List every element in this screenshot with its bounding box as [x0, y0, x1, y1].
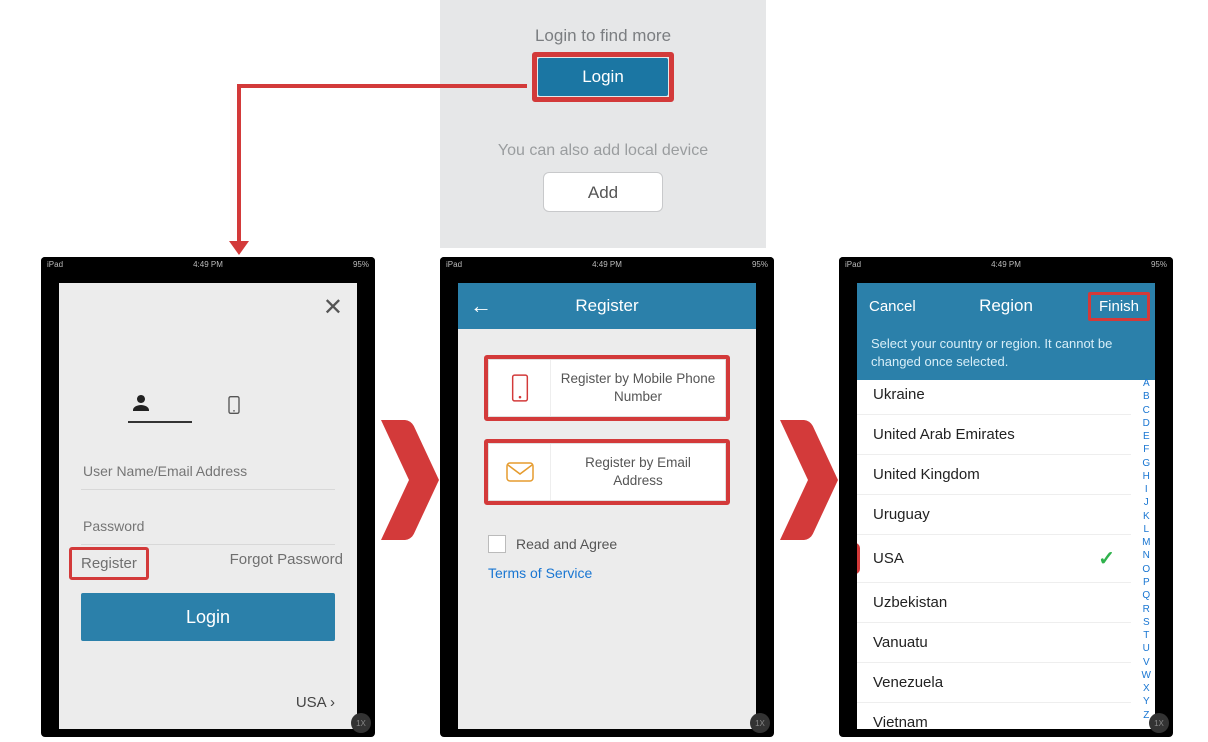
alpha-E[interactable]: E	[1142, 432, 1151, 442]
list-item[interactable]: Ukraine	[857, 375, 1131, 415]
alpha-F[interactable]: F	[1142, 445, 1151, 455]
alpha-W[interactable]: W	[1142, 671, 1151, 681]
list-item[interactable]: Vanuatu	[857, 623, 1131, 663]
register-title: Register	[575, 296, 638, 316]
alpha-O[interactable]: O	[1142, 565, 1151, 575]
status-bar: iPad 4:49 PM 95%	[41, 257, 375, 271]
envelope-icon	[489, 444, 551, 500]
register-link[interactable]: Register	[73, 551, 145, 576]
zoom-badge: 1X	[351, 713, 371, 733]
phone-frame-region: iPad 4:49 PM 95% Cancel Region Finish Se…	[839, 257, 1173, 737]
alpha-S[interactable]: S	[1142, 618, 1151, 628]
alpha-R[interactable]: R	[1142, 605, 1151, 615]
register-by-email-button[interactable]: Register by Email Address	[488, 443, 726, 501]
step-chevron-icon	[395, 420, 445, 540]
password-field[interactable]	[81, 508, 335, 545]
register-screen: ← Register Register by Mobile Phone Numb…	[458, 283, 756, 729]
alpha-I[interactable]: I	[1142, 485, 1151, 495]
list-item[interactable]: Uzbekistan	[857, 583, 1131, 623]
alpha-J[interactable]: J	[1142, 498, 1151, 508]
highlight-box	[1088, 292, 1150, 321]
alpha-M[interactable]: M	[1142, 538, 1151, 548]
add-button-label: Add	[588, 183, 618, 202]
finish-button[interactable]: Finish	[1091, 295, 1147, 318]
checkmark-icon: ✓	[1098, 546, 1115, 571]
zoom-badge: 1X	[750, 713, 770, 733]
connector-arrowhead-icon	[229, 241, 249, 255]
step-chevron-icon	[794, 420, 844, 540]
status-time: 4:49 PM	[41, 260, 375, 269]
alpha-T[interactable]: T	[1142, 631, 1151, 641]
list-item-selected[interactable]: USA ✓	[857, 535, 1131, 583]
alpha-L[interactable]: L	[1142, 525, 1151, 535]
region-title: Region	[979, 296, 1033, 316]
highlight-box	[69, 547, 149, 580]
terms-of-service-link[interactable]: Terms of Service	[488, 565, 726, 581]
username-field[interactable]	[81, 453, 335, 490]
alpha-B[interactable]: B	[1142, 392, 1151, 402]
alpha-V[interactable]: V	[1142, 658, 1151, 668]
tab-user-icon[interactable]	[128, 391, 192, 423]
agree-label: Read and Agree	[516, 536, 617, 552]
phone-frame-register: iPad 4:49 PM 95% ← Register Register by …	[440, 257, 774, 737]
alpha-Q[interactable]: Q	[1142, 591, 1151, 601]
login-submit-label: Login	[186, 607, 230, 627]
list-item[interactable]: United Arab Emirates	[857, 415, 1131, 455]
tab-phone-icon[interactable]	[224, 393, 288, 423]
zoom-badge: 1X	[1149, 713, 1169, 733]
alpha-N[interactable]: N	[1142, 551, 1151, 561]
list-item[interactable]: United Kingdom	[857, 455, 1131, 495]
alpha-Y[interactable]: Y	[1142, 697, 1151, 707]
connector-line-horizontal	[237, 84, 527, 88]
alpha-index[interactable]: ABCDEFGHIJKLMNOPQRSTUVWXYZ	[1142, 379, 1151, 721]
alpha-P[interactable]: P	[1142, 578, 1151, 588]
alpha-U[interactable]: U	[1142, 644, 1151, 654]
register-by-mobile-button[interactable]: Register by Mobile Phone Number	[488, 359, 726, 417]
cancel-button[interactable]: Cancel	[869, 298, 916, 315]
login-mode-tabs	[59, 391, 357, 428]
country-label: USA	[296, 694, 326, 711]
country-selector[interactable]: USA ›	[296, 694, 335, 711]
list-item[interactable]: Vietnam	[857, 703, 1131, 729]
agree-row: Read and Agree	[488, 535, 726, 553]
mobile-phone-icon	[489, 360, 551, 416]
status-bar: iPad 4:49 PM 95%	[839, 257, 1173, 271]
alpha-H[interactable]: H	[1142, 472, 1151, 482]
alpha-C[interactable]: C	[1142, 406, 1151, 416]
status-time: 4:49 PM	[839, 260, 1173, 269]
alpha-A[interactable]: A	[1142, 379, 1151, 389]
region-screen: Cancel Region Finish Select your country…	[857, 283, 1155, 729]
add-prompt-text: You can also add local device	[440, 142, 766, 160]
close-icon[interactable]: ✕	[323, 293, 343, 322]
alpha-D[interactable]: D	[1142, 419, 1151, 429]
register-mobile-label: Register by Mobile Phone Number	[551, 370, 725, 405]
list-item[interactable]: Uruguay	[857, 495, 1131, 535]
alpha-X[interactable]: X	[1142, 684, 1151, 694]
region-header: Cancel Region Finish	[857, 283, 1155, 329]
welcome-panel: Login to find more Login You can also ad…	[440, 0, 766, 248]
forgot-password-link[interactable]: Forgot Password	[230, 551, 343, 576]
agree-checkbox[interactable]	[488, 535, 506, 553]
status-time: 4:49 PM	[440, 260, 774, 269]
login-prompt-text: Login to find more	[440, 26, 766, 46]
login-screen: ✕ Register Forgot Password Login USA	[59, 283, 357, 729]
alpha-K[interactable]: K	[1142, 512, 1151, 522]
login-submit-button[interactable]: Login	[81, 593, 335, 641]
country-list[interactable]: Ukraine United Arab Emirates United King…	[857, 375, 1131, 729]
back-arrow-icon[interactable]: ←	[470, 293, 492, 319]
list-item[interactable]: Venezuela	[857, 663, 1131, 703]
phone-frame-login: iPad 4:49 PM 95% ✕ Register Forgot Passw…	[41, 257, 375, 737]
login-button-label: Login	[582, 67, 624, 86]
login-button[interactable]: Login	[538, 58, 668, 96]
status-bar: iPad 4:49 PM 95%	[440, 257, 774, 271]
alpha-G[interactable]: G	[1142, 459, 1151, 469]
chevron-right-icon: ›	[330, 694, 335, 711]
add-device-button[interactable]: Add	[543, 172, 663, 212]
region-note-text: Select your country or region. It cannot…	[857, 329, 1155, 380]
connector-line-vertical	[237, 84, 241, 242]
register-email-label: Register by Email Address	[551, 454, 725, 489]
register-header: ← Register	[458, 283, 756, 329]
